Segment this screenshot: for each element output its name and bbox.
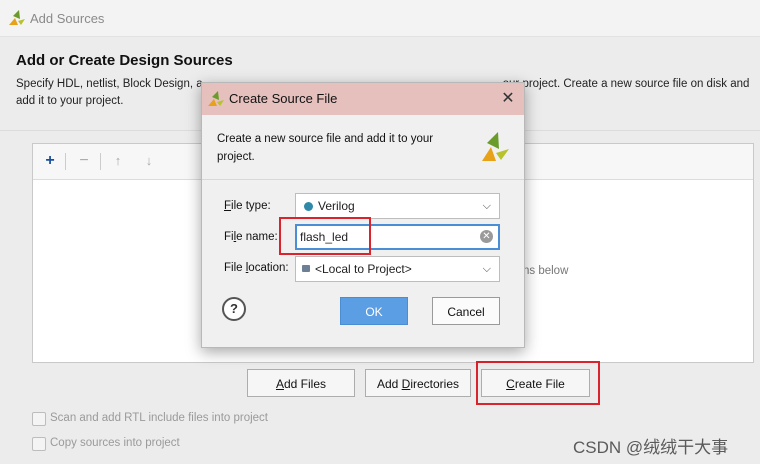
copy-sources-label: Copy sources into project (50, 437, 180, 449)
xilinx-logo-icon (479, 131, 509, 166)
move-down-icon[interactable]: ↓ (139, 151, 159, 171)
create-source-file-dialog: Create Source File ✕ Create a new source… (201, 82, 525, 348)
desc-line1-left: Specify HDL, netlist, Block Design, a (16, 78, 203, 90)
file-name-label: File name: (224, 231, 278, 243)
remove-icon[interactable]: − (74, 151, 94, 171)
file-location-label: File location: (224, 262, 289, 274)
file-type-label: File type: (224, 200, 271, 212)
file-location-select[interactable]: <Local to Project> ⌵ (295, 256, 500, 282)
cancel-button[interactable]: Cancel (432, 297, 500, 325)
file-location-value: <Local to Project> (315, 262, 412, 276)
help-button[interactable]: ? (222, 297, 246, 321)
chevron-down-icon[interactable]: ⌵ (483, 257, 491, 281)
move-up-icon[interactable]: ↑ (108, 151, 128, 171)
page-title: Add or Create Design Sources (16, 52, 233, 69)
toolbar-separator (100, 153, 101, 170)
dialog-message: Create a new source file and add it to y… (217, 133, 434, 163)
create-file-highlight (476, 361, 600, 405)
add-icon[interactable]: + (40, 151, 60, 171)
window-title: Add Sources (30, 11, 105, 26)
desc-line2: add it to your project. (16, 95, 124, 107)
clear-input-icon[interactable]: ✕ (480, 230, 493, 243)
dialog-title: Create Source File (229, 91, 338, 106)
dialog-divider (202, 179, 524, 180)
copy-sources-checkbox[interactable] (32, 437, 46, 451)
vivado-logo-icon (208, 91, 224, 111)
file-type-select[interactable]: Verilog ⌵ (295, 193, 500, 219)
file-type-value: Verilog (318, 199, 355, 213)
close-icon[interactable]: ✕ (498, 89, 518, 109)
scan-rtl-checkbox[interactable] (32, 412, 46, 426)
window-title-bar: Add Sources (0, 0, 760, 37)
add-files-button[interactable]: Add Files (247, 369, 355, 397)
watermark: CSDN @绒绒干大事 (573, 438, 729, 457)
vivado-logo-icon (9, 10, 25, 30)
dialog-title-bar: Create Source File ✕ (202, 83, 524, 115)
chevron-down-icon[interactable]: ⌵ (483, 194, 491, 218)
file-name-highlight (279, 217, 371, 255)
panel-hint: ns below (523, 265, 569, 277)
location-icon (302, 265, 310, 272)
toolbar-separator (65, 153, 66, 170)
desc-line1-right: our project. Create a new source file on… (502, 78, 750, 90)
verilog-icon (304, 202, 313, 211)
scan-rtl-label: Scan and add RTL include files into proj… (50, 412, 268, 424)
add-directories-button[interactable]: Add Directories (365, 369, 471, 397)
ok-button[interactable]: OK (340, 297, 408, 325)
